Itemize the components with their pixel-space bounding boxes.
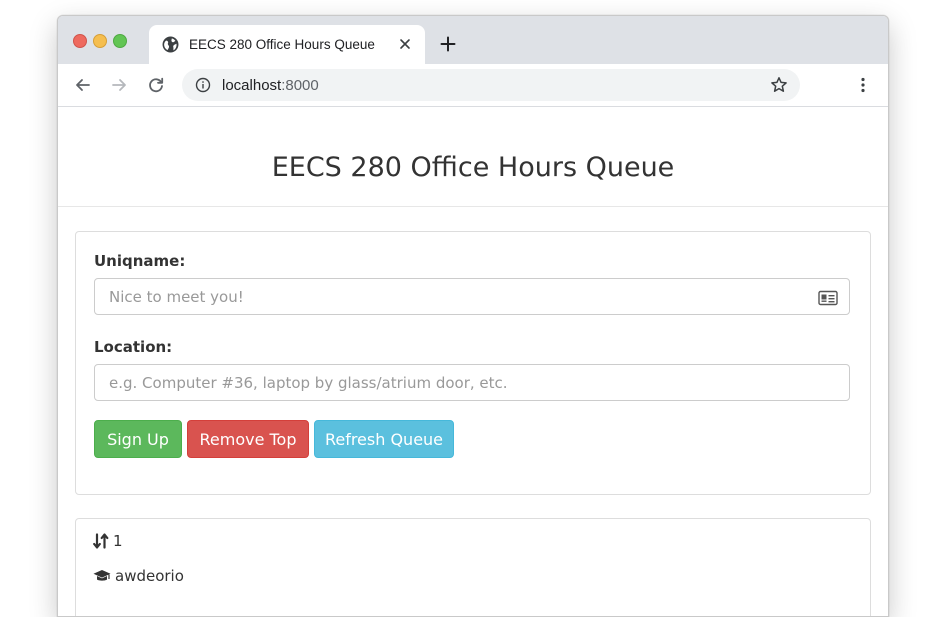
star-icon[interactable] <box>770 76 788 94</box>
maximize-window-button[interactable] <box>113 34 127 48</box>
page-content: EECS 280 Office Hours Queue Uniqname: Lo… <box>58 107 888 616</box>
queue-position-row: 1 <box>93 532 123 550</box>
url-host: localhost <box>222 77 282 94</box>
id-card-icon <box>818 290 838 306</box>
minimize-window-button[interactable] <box>93 34 107 48</box>
queue-uniqname: awdeorio <box>115 567 184 585</box>
remove-top-button[interactable]: Remove Top <box>187 420 309 458</box>
reload-icon[interactable] <box>147 76 165 94</box>
signup-form-panel: Uniqname: Location: Sign Up Remove Top R… <box>75 231 871 495</box>
queue-position: 1 <box>113 532 123 550</box>
address-bar[interactable]: localhost:8000 <box>182 69 800 101</box>
sort-icon <box>93 533 109 549</box>
info-icon[interactable] <box>195 77 211 93</box>
sign-up-button[interactable]: Sign Up <box>94 420 182 458</box>
refresh-queue-button[interactable]: Refresh Queue <box>314 420 454 458</box>
forward-icon[interactable] <box>110 76 128 94</box>
uniqname-label: Uniqname: <box>94 252 186 270</box>
uniqname-input[interactable] <box>94 278 850 315</box>
location-input[interactable] <box>94 364 850 401</box>
close-icon[interactable] <box>398 37 412 51</box>
page-header: EECS 280 Office Hours Queue <box>58 107 888 207</box>
close-window-button[interactable] <box>73 34 87 48</box>
browser-toolbar: localhost:8000 <box>58 64 888 107</box>
url-port: :8000 <box>281 77 319 94</box>
browser-tab[interactable]: EECS 280 Office Hours Queue <box>149 25 425 64</box>
url-text: localhost:8000 <box>222 77 319 94</box>
plus-icon[interactable] <box>440 36 456 52</box>
queue-uniqname-row: awdeorio <box>93 567 184 585</box>
page-title: EECS 280 Office Hours Queue <box>271 152 675 183</box>
menu-icon[interactable] <box>854 76 872 94</box>
location-label: Location: <box>94 338 173 356</box>
queue-entry-panel: 1 awdeorio <box>75 518 871 616</box>
graduation-cap-icon <box>93 570 111 581</box>
back-icon[interactable] <box>74 76 92 94</box>
browser-window: EECS 280 Office Hours Queue localhost:80… <box>57 15 889 617</box>
globe-icon <box>162 36 179 53</box>
title-bar: EECS 280 Office Hours Queue <box>58 16 888 64</box>
tab-title: EECS 280 Office Hours Queue <box>189 37 375 52</box>
